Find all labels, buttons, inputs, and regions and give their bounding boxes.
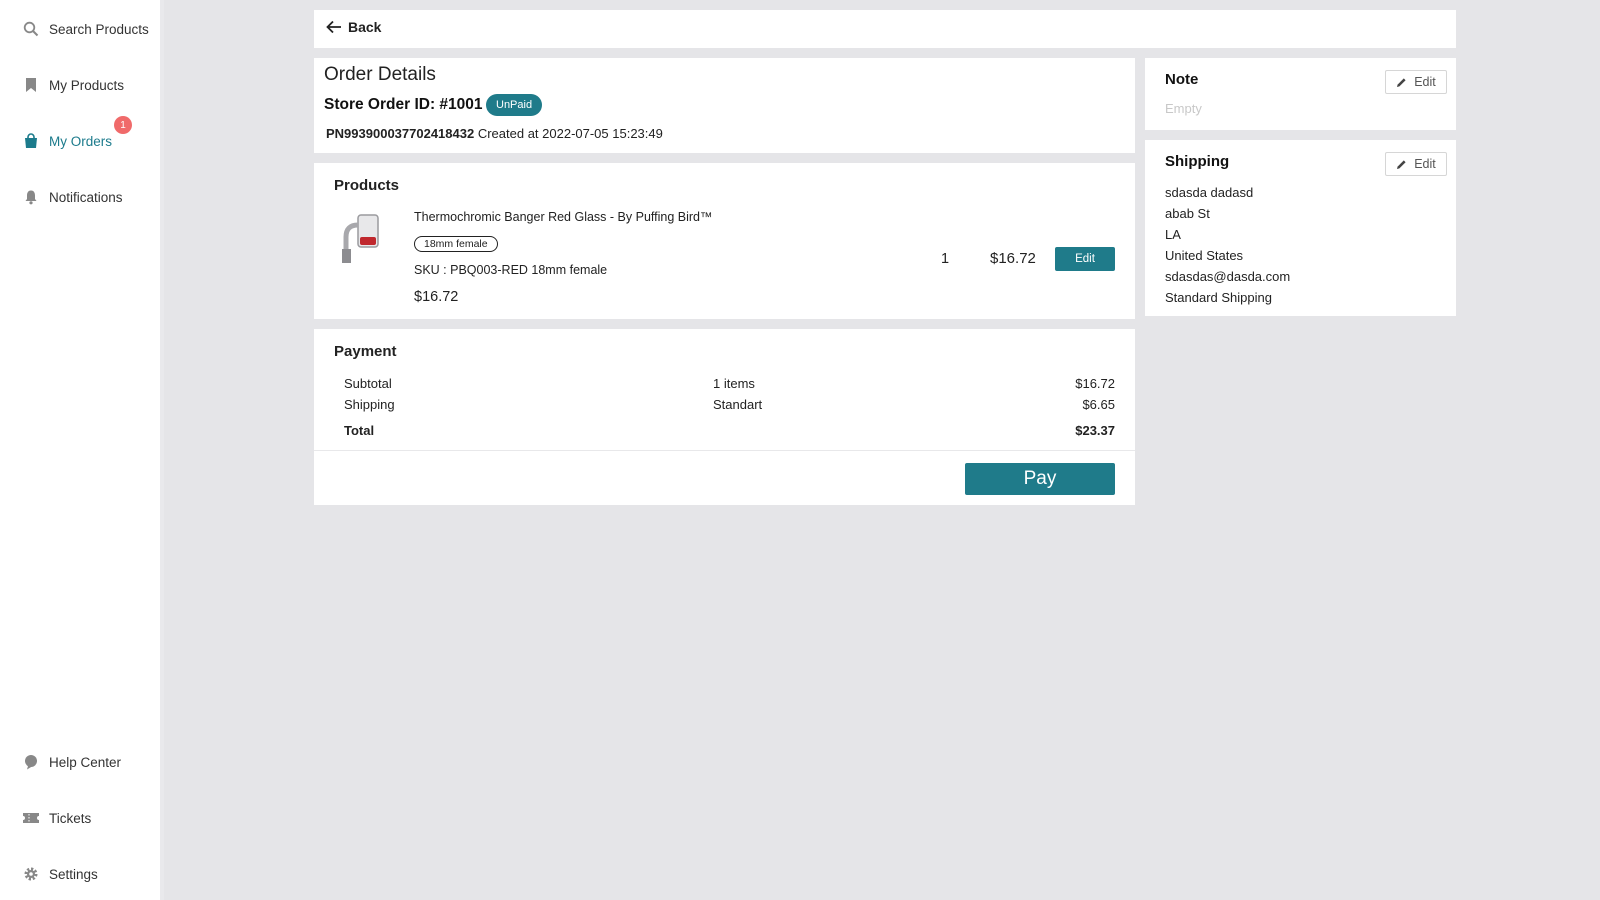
shipping-name: sdasda dadasd [1165, 185, 1254, 200]
note-value: Empty [1165, 101, 1202, 116]
edit-label: Edit [1414, 157, 1436, 171]
sidebar-item-my-orders[interactable]: My Orders 1 [22, 116, 132, 150]
edit-shipping-button[interactable]: Edit [1385, 152, 1447, 176]
shipping-method-text: Standard Shipping [1165, 290, 1272, 305]
pencil-icon [1397, 159, 1406, 169]
subtotal-label: Subtotal [344, 376, 392, 391]
product-price: $16.72 [414, 289, 459, 305]
sidebar-item-help-center[interactable]: Help Center [22, 753, 121, 771]
pay-button[interactable]: Pay [965, 463, 1115, 495]
ticket-icon [22, 809, 40, 827]
note-card: Note Edit Empty [1145, 58, 1456, 130]
edit-note-button[interactable]: Edit [1385, 70, 1447, 94]
page-title: Order Details [324, 64, 436, 85]
shipping-amount: $6.65 [1082, 397, 1115, 412]
sidebar-item-label: Search Products [49, 21, 149, 37]
arrow-left-icon [326, 20, 341, 34]
shipping-street: abab St [1165, 206, 1210, 221]
edit-label: Edit [1414, 75, 1436, 89]
sidebar-item-label: Settings [49, 866, 98, 882]
products-title: Products [334, 177, 400, 194]
order-meta: PN993900037702418432 Created at 2022-07-… [326, 126, 663, 141]
shipping-address: sdasda dadasd abab St LA United States s… [1165, 182, 1290, 308]
pencil-icon [1397, 77, 1406, 87]
back-button[interactable]: Back [326, 19, 381, 35]
sidebar-item-label: Help Center [49, 754, 122, 770]
shopping-bag-icon [22, 132, 40, 150]
product-image[interactable] [336, 211, 388, 271]
gear-icon [22, 865, 40, 883]
sidebar-item-label: Notifications [49, 189, 123, 205]
help-bubble-icon [22, 753, 40, 771]
bookmark-icon [22, 76, 40, 94]
sidebar-item-settings[interactable]: Settings [22, 865, 98, 883]
shipping-label: Shipping [344, 397, 395, 412]
subtotal-items: 1 items [713, 376, 755, 391]
shipping-city: LA [1165, 227, 1181, 242]
shipping-method: Standart [713, 397, 763, 412]
total-label: Total [344, 423, 375, 438]
sidebar-item-label: My Products [49, 77, 125, 93]
shipping-email: sdasdas@dasda.com [1165, 269, 1291, 284]
search-icon [22, 20, 40, 38]
back-bar: Back [314, 10, 1456, 48]
subtotal-amount: $16.72 [1075, 376, 1115, 391]
payment-divider [314, 450, 1135, 451]
bell-icon [22, 188, 40, 206]
order-created: Created at 2022-07-05 15:23:49 [477, 126, 663, 141]
sidebar-item-label: My Orders [49, 133, 113, 149]
variant-tag: 18mm female [414, 236, 498, 252]
edit-product-button[interactable]: Edit [1055, 247, 1115, 271]
payment-card: Payment Subtotal 1 items $16.72 Shipping… [314, 329, 1135, 505]
order-details-card: Order Details Store Order ID: #1001 UnPa… [314, 58, 1135, 153]
product-name[interactable]: Thermochromic Banger Red Glass - By Puff… [414, 210, 713, 224]
shipping-title: Shipping [1165, 153, 1230, 170]
sidebar-item-search-products[interactable]: Search Products [22, 20, 149, 38]
note-title: Note [1165, 71, 1199, 88]
store-order-id: Store Order ID: #1001 [324, 96, 483, 113]
product-quantity: 1 [941, 251, 950, 267]
product-line-total: $16.72 [990, 250, 1036, 267]
total-amount: $23.37 [1075, 423, 1115, 438]
shipping-card: Shipping Edit sdasda dadasd abab St LA U… [1145, 140, 1456, 316]
product-sku: SKU : PBQ003-RED 18mm female [414, 263, 608, 277]
sidebar-item-tickets[interactable]: Tickets [22, 809, 91, 827]
orders-count-badge: 1 [114, 116, 132, 134]
payment-title: Payment [334, 343, 397, 360]
shipping-country: United States [1165, 248, 1244, 263]
status-badge: UnPaid [486, 94, 543, 116]
sidebar-item-label: Tickets [49, 810, 92, 826]
sidebar: Search Products My Products My Orders 1 … [0, 0, 164, 900]
sidebar-item-notifications[interactable]: Notifications [22, 188, 123, 206]
back-label: Back [348, 19, 382, 35]
order-number: PN993900037702418432 [326, 126, 475, 141]
products-card: Products Thermochromic Banger Red Glass … [314, 163, 1135, 319]
sidebar-item-my-products[interactable]: My Products [22, 76, 124, 94]
